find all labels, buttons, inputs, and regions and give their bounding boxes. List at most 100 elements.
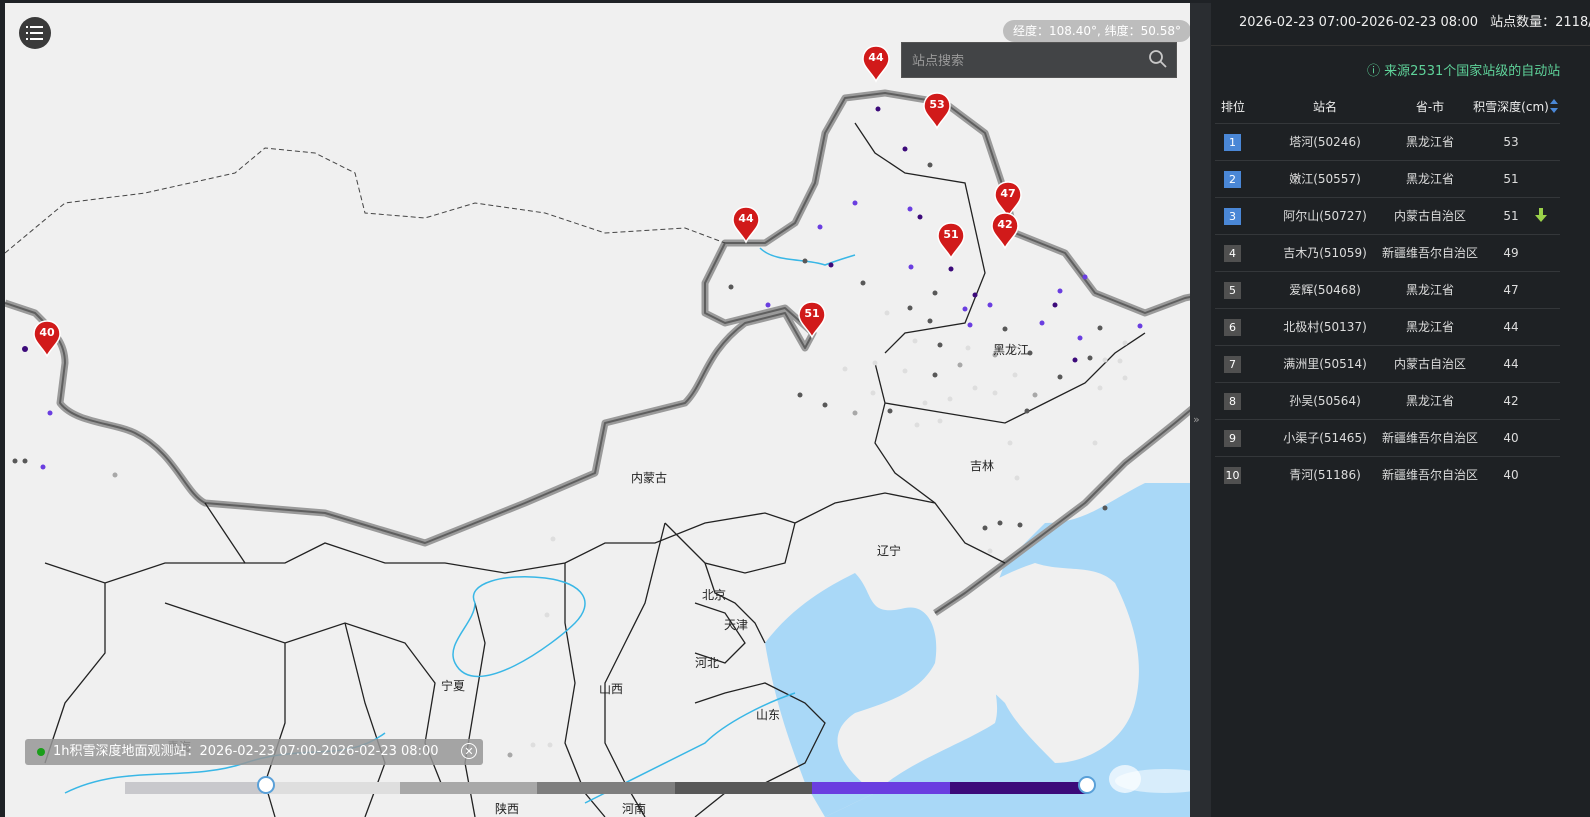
color-segment	[812, 782, 950, 794]
station-name: 嫩江(50557)	[1289, 172, 1361, 186]
label-shaanxi: 陕西	[495, 801, 519, 816]
arrow-down-icon	[1535, 208, 1547, 222]
table-row[interactable]: 3 阿尔山(50727) 内蒙古自治区 51	[1215, 197, 1560, 234]
snow-depth: 51	[1503, 172, 1519, 186]
label-jilin: 吉林	[970, 459, 994, 473]
table-row[interactable]: 6 北极村(50137) 黑龙江省 44	[1215, 308, 1560, 345]
pin-value: 44	[738, 212, 754, 225]
rank-badge: 7	[1224, 356, 1241, 373]
station-pin[interactable]: 42	[991, 212, 1019, 252]
rank-badge: 8	[1224, 393, 1241, 410]
label-hebei: 河北	[695, 656, 719, 670]
station-name: 小渠子(51465)	[1283, 431, 1367, 445]
hamburger-icon	[26, 26, 43, 40]
search-input[interactable]	[902, 43, 1154, 79]
range-handle-min[interactable]	[257, 776, 275, 794]
map-view[interactable]: 黑龙江 吉林 内蒙古 辽宁 北京 天津 河北 山西 山东 宁夏 青海 陕西 河南…	[5, 3, 1211, 817]
table-row[interactable]: 2 嫩江(50557) 黑龙江省 51	[1215, 160, 1560, 197]
panel-splitter[interactable]: »	[1190, 3, 1211, 817]
pin-value: 42	[997, 218, 1013, 231]
snow-depth: 53	[1503, 135, 1519, 149]
col-name-header: 站名	[1312, 100, 1337, 114]
rank-badge: 5	[1224, 282, 1241, 299]
color-segment	[949, 782, 1087, 794]
snow-depth: 49	[1503, 246, 1519, 260]
label-neimenggu: 内蒙古	[631, 470, 667, 485]
label-beijing: 北京	[702, 588, 726, 602]
station-pin[interactable]: 44	[732, 206, 760, 246]
color-segment	[399, 782, 538, 794]
info-icon: ⓘ	[1367, 64, 1381, 79]
snow-depth: 42	[1503, 394, 1519, 408]
station-pin[interactable]: 53	[923, 92, 951, 132]
pin-value: 53	[929, 98, 945, 111]
table-row[interactable]: 9 小渠子(51465) 新疆维吾尔自治区 40	[1215, 419, 1560, 456]
station-pin[interactable]: 44	[862, 45, 890, 85]
shanxi-lines	[464, 563, 606, 817]
table-row[interactable]: 8 孙吴(50564) 黑龙江省 42	[1215, 382, 1560, 419]
table-row[interactable]: 7 满洲里(50514) 内蒙古自治区 44	[1215, 345, 1560, 382]
pin-value: 47	[1000, 187, 1016, 200]
range-handle-max[interactable]	[1078, 776, 1096, 794]
table-header: 排位 站名 省-市 积雪深度(cm)	[1215, 92, 1560, 122]
station-name: 爱辉(50468)	[1289, 283, 1361, 297]
pin-value: 40	[39, 326, 55, 339]
rank-badge: 10	[1224, 467, 1241, 484]
table-row[interactable]: 5 爱辉(50468) 黑龙江省 47	[1215, 271, 1560, 308]
color-segment	[125, 782, 263, 794]
snow-depth: 40	[1503, 431, 1519, 445]
legend-caption: 1h积雪深度地面观测站：2026-02-23 07:00-2026-02-23 …	[25, 739, 483, 765]
table-row[interactable]: 1 塔河(50246) 黑龙江省 53	[1215, 123, 1560, 160]
close-icon[interactable]: ✕	[461, 743, 477, 759]
ranking-table: 1 塔河(50246) 黑龙江省 53 2 嫩江(50557) 黑龙江省 51 3 阿尔山(507…	[1215, 123, 1560, 493]
snow-depth: 44	[1503, 320, 1519, 334]
mongolia-border	[5, 147, 726, 254]
color-segment	[537, 782, 675, 794]
source-note: ⓘ 来源2531个国家站级的自动站	[1367, 60, 1590, 79]
label-tianjin: 天津	[724, 618, 748, 632]
label-shanxi: 山西	[599, 682, 623, 696]
snow-depth: 44	[1503, 357, 1519, 371]
rank-badge: 9	[1224, 430, 1241, 447]
rank-badge: 2	[1224, 171, 1241, 188]
col-depth-header[interactable]: 积雪深度(cm)	[1469, 92, 1553, 122]
station-name: 青河(51186)	[1289, 468, 1361, 482]
rank-badge: 4	[1224, 245, 1241, 262]
sort-icon[interactable]	[1549, 98, 1559, 114]
station-name: 吉木乃(51059)	[1283, 246, 1367, 260]
pin-value: 51	[943, 228, 959, 241]
station-count: 站点数量：2118/2531	[1490, 15, 1590, 30]
station-pin[interactable]: 40	[33, 320, 61, 360]
station-name: 北极村(50137)	[1283, 320, 1367, 334]
snow-depth: 40	[1503, 468, 1519, 482]
rank-badge: 1	[1224, 134, 1241, 151]
pin-value: 44	[868, 51, 884, 64]
source-note-text: 来源2531个国家站级的自动站	[1384, 64, 1561, 79]
color-segment	[674, 782, 813, 794]
map-canvas[interactable]: 黑龙江 吉林 内蒙古 辽宁 北京 天津 河北 山西 山东 宁夏 青海 陕西 河南	[5, 3, 1211, 817]
station-name: 孙吴(50564)	[1289, 394, 1361, 408]
river-north	[759, 247, 856, 266]
table-row[interactable]: 4 吉木乃(51059) 新疆维吾尔自治区 49	[1215, 234, 1560, 271]
national-border-core	[5, 92, 1211, 544]
station-name: 阿尔山(50727)	[1283, 209, 1367, 223]
table-row[interactable]: 10 青河(51186) 新疆维吾尔自治区 40	[1215, 456, 1560, 493]
label-ningxia: 宁夏	[441, 678, 465, 693]
snow-depth: 47	[1503, 283, 1519, 297]
legend-caption-text: 1h积雪深度地面观测站：2026-02-23 07:00-2026-02-23 …	[53, 744, 439, 759]
national-border	[5, 89, 1211, 547]
time-range: 2026-02-23 07:00-2026-02-23 08:00	[1239, 15, 1478, 30]
station-pin[interactable]: 51	[937, 222, 965, 262]
heilongjiang-jilin-line	[854, 122, 986, 354]
status-dot-icon	[37, 748, 45, 756]
menu-button[interactable]	[19, 17, 51, 49]
station-pin[interactable]: 51	[798, 301, 826, 341]
color-segment	[262, 782, 400, 794]
search-icon[interactable]	[1148, 49, 1168, 69]
label-liaoning: 辽宁	[877, 543, 901, 558]
station-name: 塔河(50246)	[1289, 135, 1361, 149]
rank-badge: 3	[1224, 208, 1241, 225]
ranking-panel: 2026-02-23 07:00-2026-02-23 08:00 站点数量：2…	[1211, 0, 1590, 817]
station-search[interactable]	[901, 42, 1177, 79]
double-chevron-right-icon[interactable]: »	[1193, 413, 1200, 426]
